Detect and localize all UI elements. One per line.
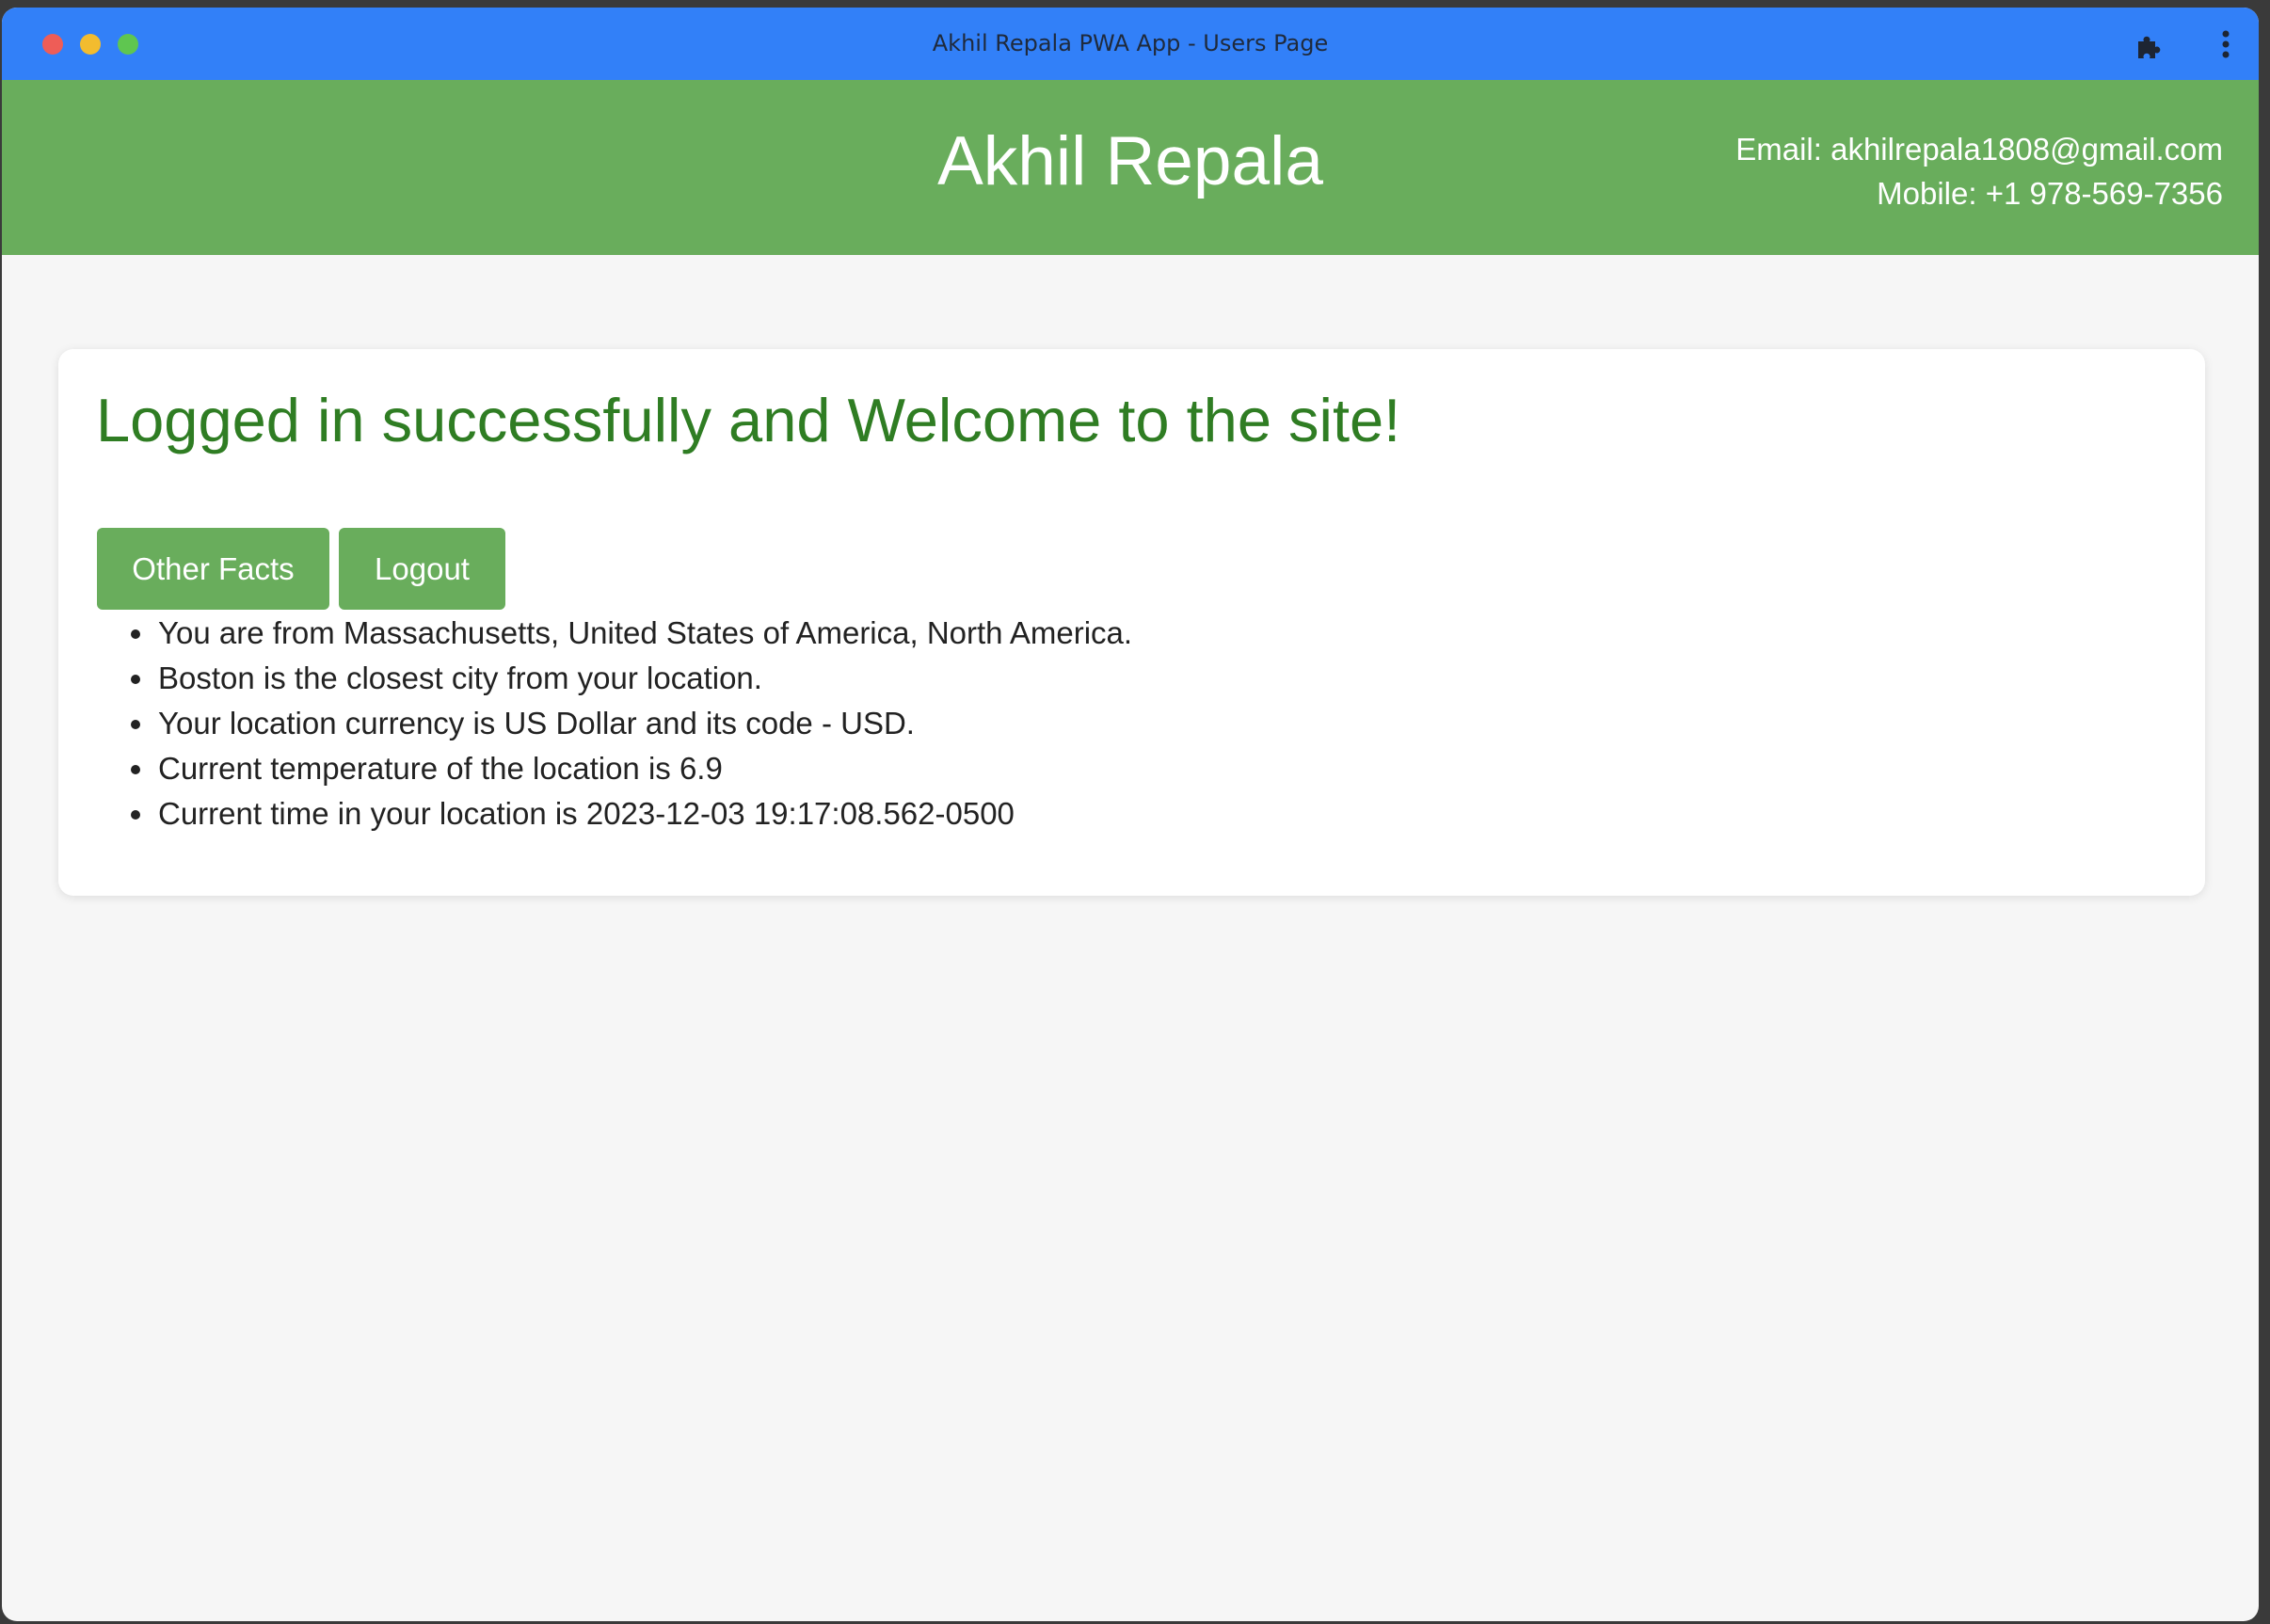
welcome-heading: Logged in successfully and Welcome to th… xyxy=(96,386,1401,454)
welcome-card: Logged in successfully and Welcome to th… xyxy=(58,349,2205,896)
window-title: Akhil Repala PWA App - Users Page xyxy=(932,30,1329,56)
list-item: Current temperature of the location is 6… xyxy=(156,746,1132,791)
list-item: Boston is the closest city from your loc… xyxy=(156,656,1132,701)
title-bar: Akhil Repala PWA App - Users Page xyxy=(2,8,2259,80)
vertical-ellipsis-icon[interactable] xyxy=(2214,28,2238,60)
list-item: Current time in your location is 2023-12… xyxy=(156,791,1132,836)
facts-list: You are from Massachusetts, United State… xyxy=(96,611,1132,836)
other-facts-button[interactable]: Other Facts xyxy=(97,528,329,610)
site-header: Akhil Repala Email: akhilrepala1808@gmai… xyxy=(2,80,2259,255)
contact-email: Email: akhilrepala1808@gmail.com xyxy=(1735,132,2223,167)
contact-info: Email: akhilrepala1808@gmail.com Mobile:… xyxy=(1735,127,2223,215)
list-item: You are from Massachusetts, United State… xyxy=(156,611,1132,656)
list-item: Your location currency is US Dollar and … xyxy=(156,701,1132,746)
browser-window: Akhil Repala PWA App - Users Page Akhil … xyxy=(2,8,2259,1621)
logout-button[interactable]: Logout xyxy=(339,528,505,610)
contact-mobile: Mobile: +1 978-569-7356 xyxy=(1877,176,2223,211)
puzzle-piece-icon[interactable] xyxy=(2134,32,2163,60)
